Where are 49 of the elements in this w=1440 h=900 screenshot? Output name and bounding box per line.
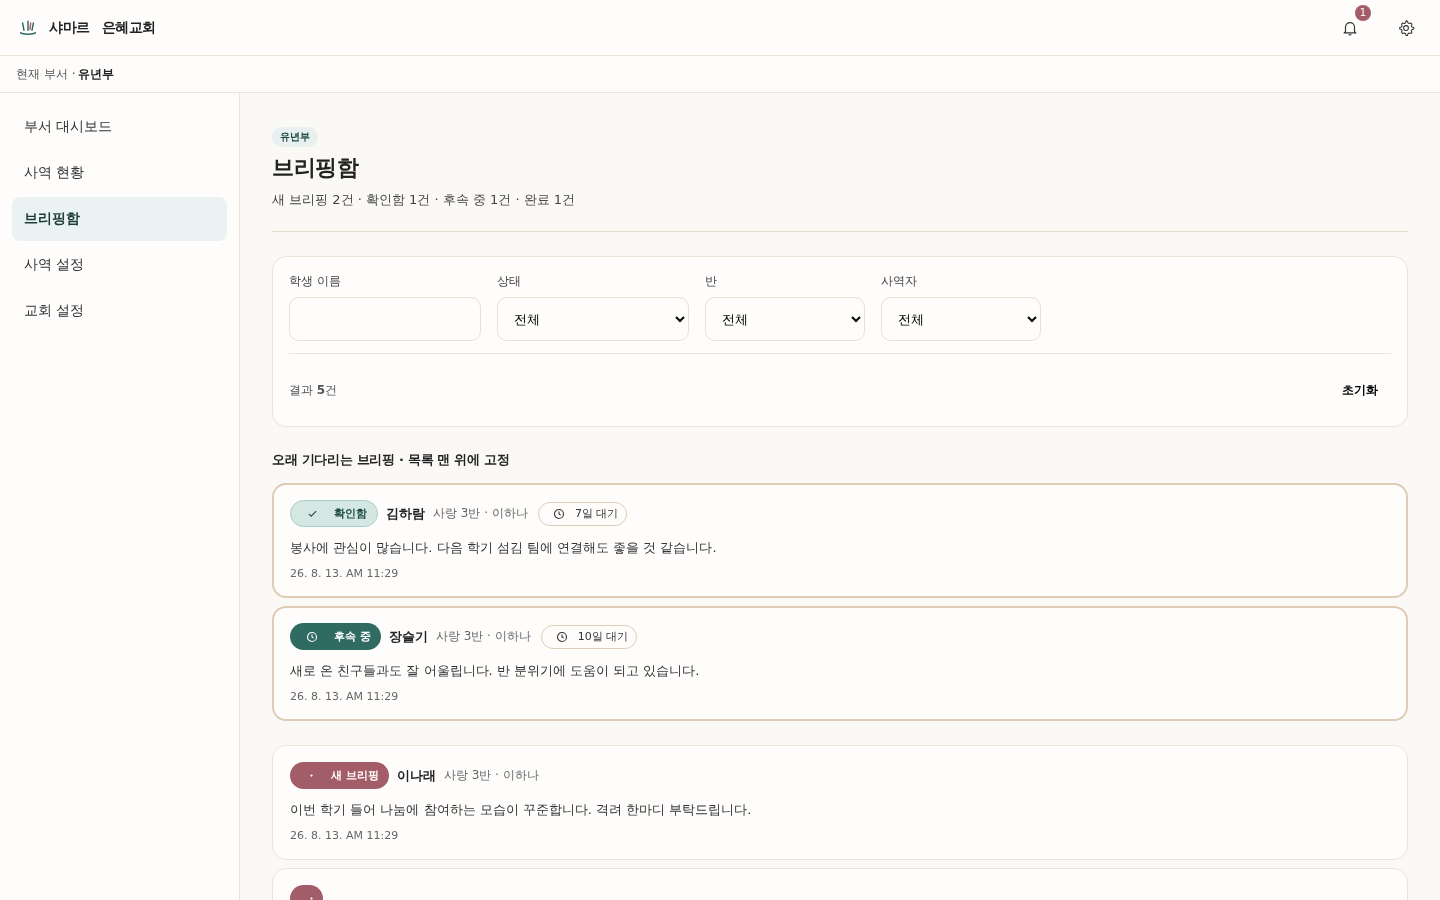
status-badge[interactable]: 확인함 [290, 500, 378, 527]
student-name: 김하람 [386, 504, 425, 523]
briefing-date: 26. 8. 13. AM 11:29 [290, 567, 400, 580]
status-summary: 새 브리핑 2건 · 확인함 1건 · 후속 중 1건 · 완료 1건 [272, 191, 577, 209]
section-heading: 오래 기다리는 브리핑 · 목록 맨 위에 고정 [272, 451, 511, 469]
clock-icon [552, 507, 565, 520]
filter-dropdown[interactable]: 전체 [497, 297, 689, 341]
notification-count: 1 [1355, 4, 1371, 21]
dot-icon [310, 774, 313, 777]
briefing-text: 이번 학기 들어 나눔에 참여하는 모습이 꾸준합니다. 격려 한마디 부탁드립니다. [290, 801, 753, 819]
status-badge[interactable]: 새 브리핑 [290, 762, 389, 789]
page-title: 브리핑함 [272, 154, 360, 182]
reset-button[interactable]: 초기화 [1329, 375, 1391, 405]
briefing-card[interactable]: 새 브리핑 이나래 사랑 3반 · 이하나 이번 학기 들어 나눔에 참여하는 모습이 꾸준합니다. 격려 한마디 부탁드립니다. 26. 8. 13. AM 11:29 [272, 745, 1408, 860]
field-label: 학생 이름 [289, 273, 342, 290]
sidebar-item[interactable]: 부서 대시보드 [12, 105, 227, 149]
result-count: 결과 5건 [289, 381, 338, 399]
class-info: 사랑 3반 · 이하나 [433, 505, 528, 522]
settings-icon [1397, 18, 1415, 37]
check-icon [307, 508, 318, 519]
student-name: 장슬기 [388, 627, 428, 646]
clock-icon [555, 630, 568, 643]
sidebar-item[interactable]: 사역 현황 [12, 151, 227, 195]
sidebar-item[interactable]: 브리핑함 [12, 197, 227, 241]
field-label: 사역자 [881, 273, 918, 290]
briefing-text: 봉사에 관심이 많습니다. 다음 학기 섬김 팀에 연결해도 좋을 것 같습니다. [290, 539, 718, 557]
church-name: 은혜교회 [101, 18, 156, 37]
current-department: 현재 부서 · 유년부 [0, 56, 1440, 93]
briefing-text: 새로 온 친구들과도 잘 어울립니다. 반 분위기에 도움이 되고 있습니다. [290, 662, 701, 680]
field-label: 반 [705, 273, 718, 290]
sidebar-item[interactable]: 사역 설정 [12, 243, 227, 287]
class-info: 사랑 3반 · 이하나 [443, 767, 539, 784]
student-name-field[interactable] [289, 297, 481, 341]
filter-dropdown[interactable]: 전체 [881, 297, 1041, 341]
student-name: 이나래 [396, 766, 436, 785]
briefing-date: 26. 8. 13. AM 11:29 [290, 829, 400, 842]
field-label: 상태 [497, 273, 522, 290]
class-info: 사랑 3반 · 이하나 [435, 628, 531, 645]
clock-icon [306, 630, 318, 643]
status-badge[interactable]: 후속 중 [290, 623, 381, 650]
department-tag: 유년부 [272, 127, 318, 147]
app-name: 샤마르 [49, 18, 90, 37]
sidebar-item[interactable]: 교회 설정 [12, 289, 227, 333]
briefing-card[interactable]: 확인함 김하람 사랑 3반 · 이하나 7일 대기 봉사에 관심이 많습니다. 다음 학기 섬김 팀에 연결해도 좋을 것 같습니다. 26. 8. 13. AM 11:29 [272, 483, 1408, 598]
filter-dropdown[interactable]: 전체 [705, 297, 865, 341]
dot-icon [310, 897, 313, 900]
briefing-date: 26. 8. 13. AM 11:29 [290, 690, 400, 703]
logo-icon [19, 19, 37, 36]
briefing-card[interactable]: 후속 중 장슬기 사랑 3반 · 이하나 10일 대기 새로 온 친구들과도 잘 어울립니다. 반 분위기에 도움이 되고 있습니다. 26. 8. 13. AM 11:29 [272, 606, 1408, 721]
